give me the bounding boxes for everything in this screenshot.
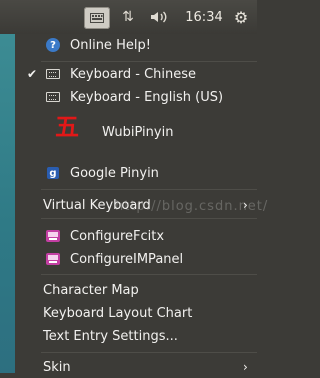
menu-item-label: Online Help! — [70, 37, 151, 53]
menu-separator — [41, 61, 257, 62]
check-icon: ✔ — [27, 67, 38, 81]
menu-item-label: Skin — [43, 359, 71, 375]
menu-item-keyboard-english[interactable]: Keyboard - English (US) — [15, 86, 257, 108]
menu-item-character-map[interactable]: Character Map — [15, 279, 257, 301]
menu-item-wubipinyin[interactable]: WubiPinyin — [15, 117, 257, 147]
menu-item-skin[interactable]: Skin › — [15, 356, 257, 378]
keyboard-indicator-button[interactable] — [84, 7, 110, 29]
input-method-menu: ? Online Help! ✔ Keyboard - Chinese Keyb… — [15, 34, 267, 375]
top-panel: ⇅ 16:34 ⚙ — [0, 0, 257, 34]
menu-item-label: Keyboard - Chinese — [70, 66, 197, 82]
menu-item-label: WubiPinyin — [102, 124, 174, 140]
menu-item-configure-fcitx[interactable]: ConfigureFcitx — [15, 225, 257, 247]
chevron-right-icon: › — [243, 360, 248, 374]
menu-item-keyboard-chinese[interactable]: ✔ Keyboard - Chinese — [15, 63, 257, 85]
volume-icon — [151, 11, 167, 23]
menu-separator — [41, 218, 257, 219]
google-icon: g — [46, 166, 60, 180]
network-indicator[interactable]: ⇅ — [118, 0, 138, 34]
menu-item-label: ConfigureIMPanel — [70, 251, 184, 267]
menu-item-online-help[interactable]: ? Online Help! — [15, 34, 257, 56]
network-arrows-icon: ⇅ — [122, 9, 134, 25]
volume-indicator[interactable] — [148, 0, 172, 34]
keyboard-icon — [90, 13, 104, 23]
menu-item-configure-impanel[interactable]: ConfigureIMPanel — [15, 248, 257, 270]
menu-item-google-pinyin[interactable]: g Google Pinyin — [15, 162, 257, 184]
menu-separator — [41, 352, 257, 353]
menu-item-label: Google Pinyin — [70, 165, 159, 181]
menu-item-label: Text Entry Settings... — [43, 328, 178, 344]
keyboard-icon — [46, 67, 60, 81]
menu-item-label: ConfigureFcitx — [70, 228, 165, 244]
wubi-icon: 五 — [55, 112, 79, 141]
gear-icon: ⚙ — [233, 7, 249, 27]
keyboard-icon — [46, 90, 60, 104]
menu-item-keyboard-layout-chart[interactable]: Keyboard Layout Chart — [15, 302, 257, 324]
menu-separator — [41, 274, 257, 275]
clock[interactable]: 16:34 — [184, 0, 224, 34]
help-icon: ? — [46, 38, 60, 52]
watermark: http://blog.csdn.net/ — [115, 199, 269, 214]
config-icon — [46, 252, 60, 266]
menu-item-text-entry-settings[interactable]: Text Entry Settings... — [15, 325, 257, 347]
menu-item-label: Character Map — [43, 282, 139, 298]
menu-item-label: Keyboard Layout Chart — [43, 305, 193, 321]
config-icon — [46, 229, 60, 243]
menu-item-label: Keyboard - English (US) — [70, 89, 224, 105]
session-menu-button[interactable]: ⚙ — [230, 0, 252, 34]
menu-separator — [41, 189, 257, 190]
